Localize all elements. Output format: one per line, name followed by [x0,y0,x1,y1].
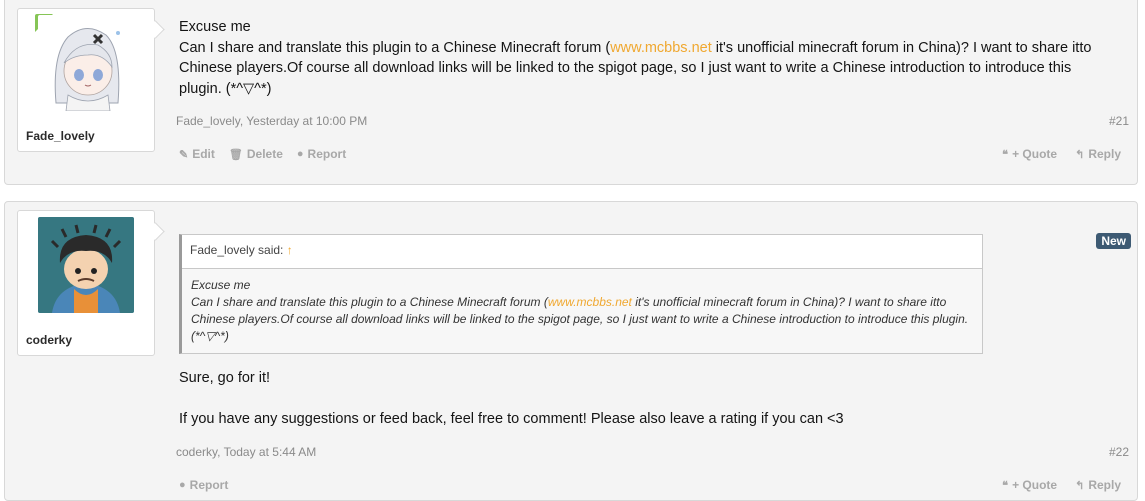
quote-author: Fade_lovely said: [190,243,284,257]
quote-label: + Quote [1012,478,1058,492]
quote-line: Excuse me [191,278,251,292]
post-actions: ✎ Edit 🗑 Delete ● Report [179,147,346,161]
jump-to-quote-icon[interactable]: ↑ [287,243,293,257]
new-badge: New [1096,233,1131,249]
post-number[interactable]: #22 [1109,445,1129,459]
report-button[interactable]: ● Report [179,478,228,492]
user-card: Fade_lovely [17,8,155,152]
edit-button[interactable]: ✎ Edit [179,147,215,161]
post-message: Excuse me Can I share and translate this… [179,17,1109,99]
quote-icon: ❝ [1002,479,1009,492]
quoted-message: Fade_lovely said: ↑ Excuse me Can I shar… [179,234,983,354]
avatar[interactable] [38,15,134,111]
edit-label: Edit [192,147,215,161]
avatar[interactable] [38,217,134,313]
quote-body: Excuse me Can I share and translate this… [182,269,982,345]
message-line: Excuse me [179,19,251,35]
quote-paragraph: Can I share and translate this plugin to… [191,294,973,345]
quote-header: Fade_lovely said: ↑ [182,235,982,269]
report-button[interactable]: ● Report [297,147,346,161]
post-message: Sure, go for it! If you have any suggest… [179,368,844,429]
message-text: Can I share and translate this plugin to… [179,39,611,56]
quote-label: + Quote [1012,147,1058,161]
mcbbs-link[interactable]: www.mcbbs.net [610,40,712,56]
post-meta[interactable]: coderky, Today at 5:44 AM [176,445,316,459]
reply-button[interactable]: ↰ Reply [1075,147,1121,161]
reply-label: Reply [1088,478,1121,492]
reply-button[interactable]: ↰ Reply [1075,478,1121,492]
quote-text: Can I share and translate this plugin to… [191,295,548,309]
post-number[interactable]: #21 [1109,114,1129,128]
alert-icon: ● [296,148,304,160]
report-label: Report [189,478,229,492]
username[interactable]: coderky [26,333,72,347]
message-paragraph: Can I share and translate this plugin to… [179,38,1109,100]
trash-icon: 🗑 [228,148,243,161]
alert-icon: ● [179,479,186,491]
reply-icon: ↰ [1075,479,1085,492]
delete-label: Delete [246,147,283,161]
user-card: coderky [17,210,155,356]
post-reply-actions: ❝ + Quote ↰ Reply [1002,478,1121,492]
pencil-icon: ✎ [179,148,189,161]
quote-button[interactable]: ❝ + Quote [1002,147,1057,161]
username[interactable]: Fade_lovely [26,129,95,143]
post-meta[interactable]: Fade_lovely, Yesterday at 10:00 PM [176,114,367,128]
forum-post: Fade_lovely Excuse me Can I share and tr… [4,0,1138,185]
reply-label: Reply [1088,147,1121,161]
post-actions: ● Report [179,478,228,492]
message-line: Sure, go for it! [179,370,271,386]
post-reply-actions: ❝ + Quote ↰ Reply [1002,147,1121,161]
message-line: If you have any suggestions or feed back… [179,410,844,427]
reply-icon: ↰ [1075,148,1085,161]
quote-button[interactable]: ❝ + Quote [1002,478,1057,492]
quote-icon: ❝ [1002,148,1009,161]
mcbbs-link[interactable]: www.mcbbs.net [548,295,632,309]
forum-post: coderky New Fade_lovely said: ↑ Excuse m… [4,201,1138,501]
delete-button[interactable]: 🗑 Delete [229,147,283,161]
report-label: Report [307,147,347,161]
